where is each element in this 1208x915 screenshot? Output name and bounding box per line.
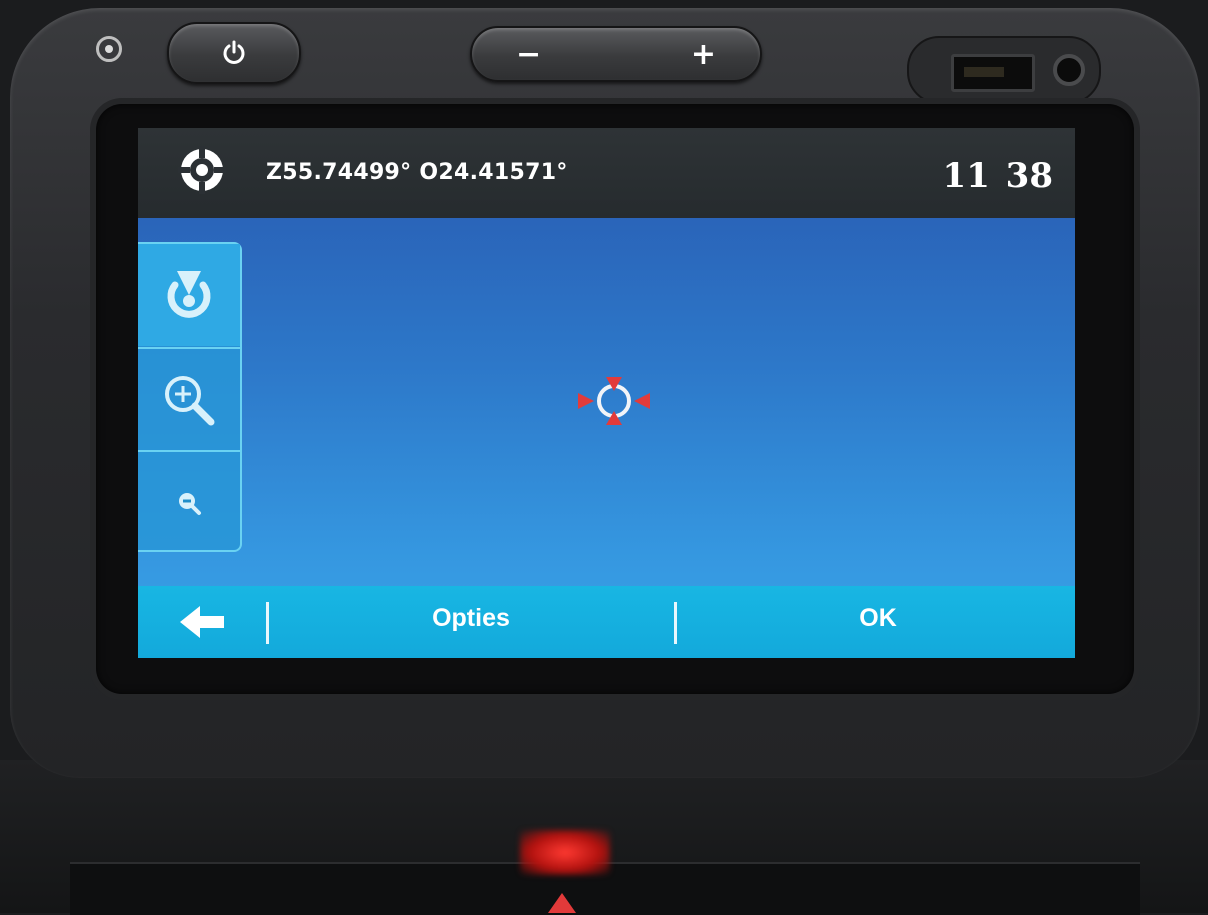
gps-target-icon bbox=[178, 146, 226, 194]
status-bar: Z55.74499° O24.41571° 11 38 bbox=[138, 128, 1075, 218]
zoom-in-button[interactable] bbox=[138, 347, 240, 451]
power-icon bbox=[223, 40, 245, 64]
coordinates-readout: Z55.74499° O24.41571° bbox=[266, 160, 568, 185]
center-position-button[interactable] bbox=[138, 244, 240, 346]
locate-icon bbox=[167, 271, 211, 318]
bar-divider bbox=[674, 602, 677, 644]
options-button[interactable]: Opties bbox=[386, 604, 556, 633]
light-sensor-icon bbox=[92, 32, 126, 66]
usb-port bbox=[951, 54, 1035, 92]
crosshair-icon[interactable] bbox=[576, 373, 652, 429]
power-button[interactable] bbox=[167, 22, 301, 84]
clock: 11 38 bbox=[942, 156, 1053, 196]
hazard-icon[interactable] bbox=[548, 893, 576, 913]
back-arrow-icon[interactable] bbox=[176, 604, 236, 640]
aux-jack bbox=[1053, 54, 1085, 86]
zoom-in-icon bbox=[165, 376, 215, 426]
nav-screen: Z55.74499° O24.41571° 11 38 Opties OK bbox=[138, 128, 1075, 658]
map-controls-panel bbox=[138, 242, 242, 552]
zoom-out-button[interactable] bbox=[138, 450, 240, 554]
bottom-bar: Opties OK bbox=[138, 586, 1075, 658]
volume-up-button[interactable]: + bbox=[691, 37, 716, 72]
zoom-out-icon bbox=[179, 493, 201, 515]
volume-rocker[interactable]: − + bbox=[470, 26, 762, 82]
hazard-glow bbox=[520, 830, 610, 875]
usb-aux-panel bbox=[907, 36, 1101, 104]
bar-divider bbox=[266, 602, 269, 644]
volume-down-button[interactable]: − bbox=[516, 37, 541, 72]
ok-button[interactable]: OK bbox=[818, 604, 938, 633]
